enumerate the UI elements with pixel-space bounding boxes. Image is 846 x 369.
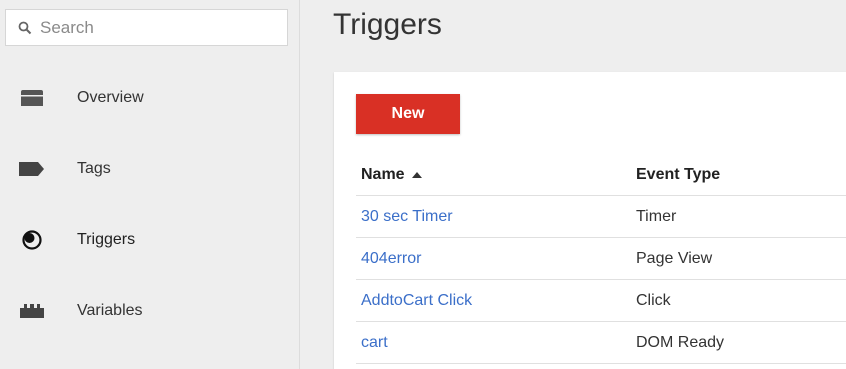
name-column-header[interactable]: Name bbox=[356, 166, 636, 184]
sidebar-item-variables[interactable]: Variables bbox=[0, 286, 299, 336]
triggers-table: Name Event Type 30 sec Timer Timer 404er… bbox=[356, 154, 846, 364]
table-row: cart DOM Ready bbox=[356, 322, 846, 364]
sidebar-item-label: Overview bbox=[77, 89, 144, 106]
sidebar-item-label: Variables bbox=[77, 302, 143, 319]
trigger-icon bbox=[19, 227, 45, 253]
table-row: AddtoCart Click Click bbox=[356, 280, 846, 322]
table-row: 404error Page View bbox=[356, 238, 846, 280]
sidebar-item-tags[interactable]: Tags bbox=[0, 144, 299, 194]
search-input[interactable] bbox=[40, 17, 260, 38]
new-trigger-button[interactable]: New bbox=[356, 94, 460, 134]
sidebar-item-triggers[interactable]: Triggers bbox=[0, 215, 299, 265]
trigger-name-link[interactable]: AddtoCart Click bbox=[361, 292, 472, 310]
trigger-name-link[interactable]: 404error bbox=[361, 250, 421, 268]
sidebar-item-label: Triggers bbox=[77, 231, 136, 248]
overview-icon bbox=[19, 85, 45, 111]
event-type-cell: DOM Ready bbox=[636, 333, 725, 351]
search-icon bbox=[18, 21, 32, 34]
triggers-card: New Name Event Type 30 sec Timer Timer 4… bbox=[334, 72, 846, 369]
event-type-column-header[interactable]: Event Type bbox=[636, 166, 846, 184]
variables-icon bbox=[19, 298, 45, 324]
sidebar-item-label: Tags bbox=[77, 160, 111, 177]
sidebar: Overview Tags Triggers Variables bbox=[0, 0, 300, 369]
table-header: Name Event Type bbox=[356, 154, 846, 196]
trigger-name-link[interactable]: 30 sec Timer bbox=[361, 208, 453, 226]
name-header-label: Name bbox=[361, 165, 405, 183]
table-row: 30 sec Timer Timer bbox=[356, 196, 846, 238]
tag-icon bbox=[19, 156, 45, 182]
sidebar-item-overview[interactable]: Overview bbox=[0, 73, 299, 123]
event-type-cell: Click bbox=[636, 291, 671, 309]
page-title: Triggers bbox=[333, 8, 442, 41]
main-content: Triggers New Name Event Type 30 sec Time… bbox=[301, 0, 846, 369]
sort-ascending-icon bbox=[411, 172, 422, 178]
trigger-name-link[interactable]: cart bbox=[361, 334, 388, 352]
event-type-cell: Page View bbox=[636, 249, 713, 267]
event-type-cell: Timer bbox=[636, 207, 677, 225]
search-box[interactable] bbox=[5, 9, 288, 46]
